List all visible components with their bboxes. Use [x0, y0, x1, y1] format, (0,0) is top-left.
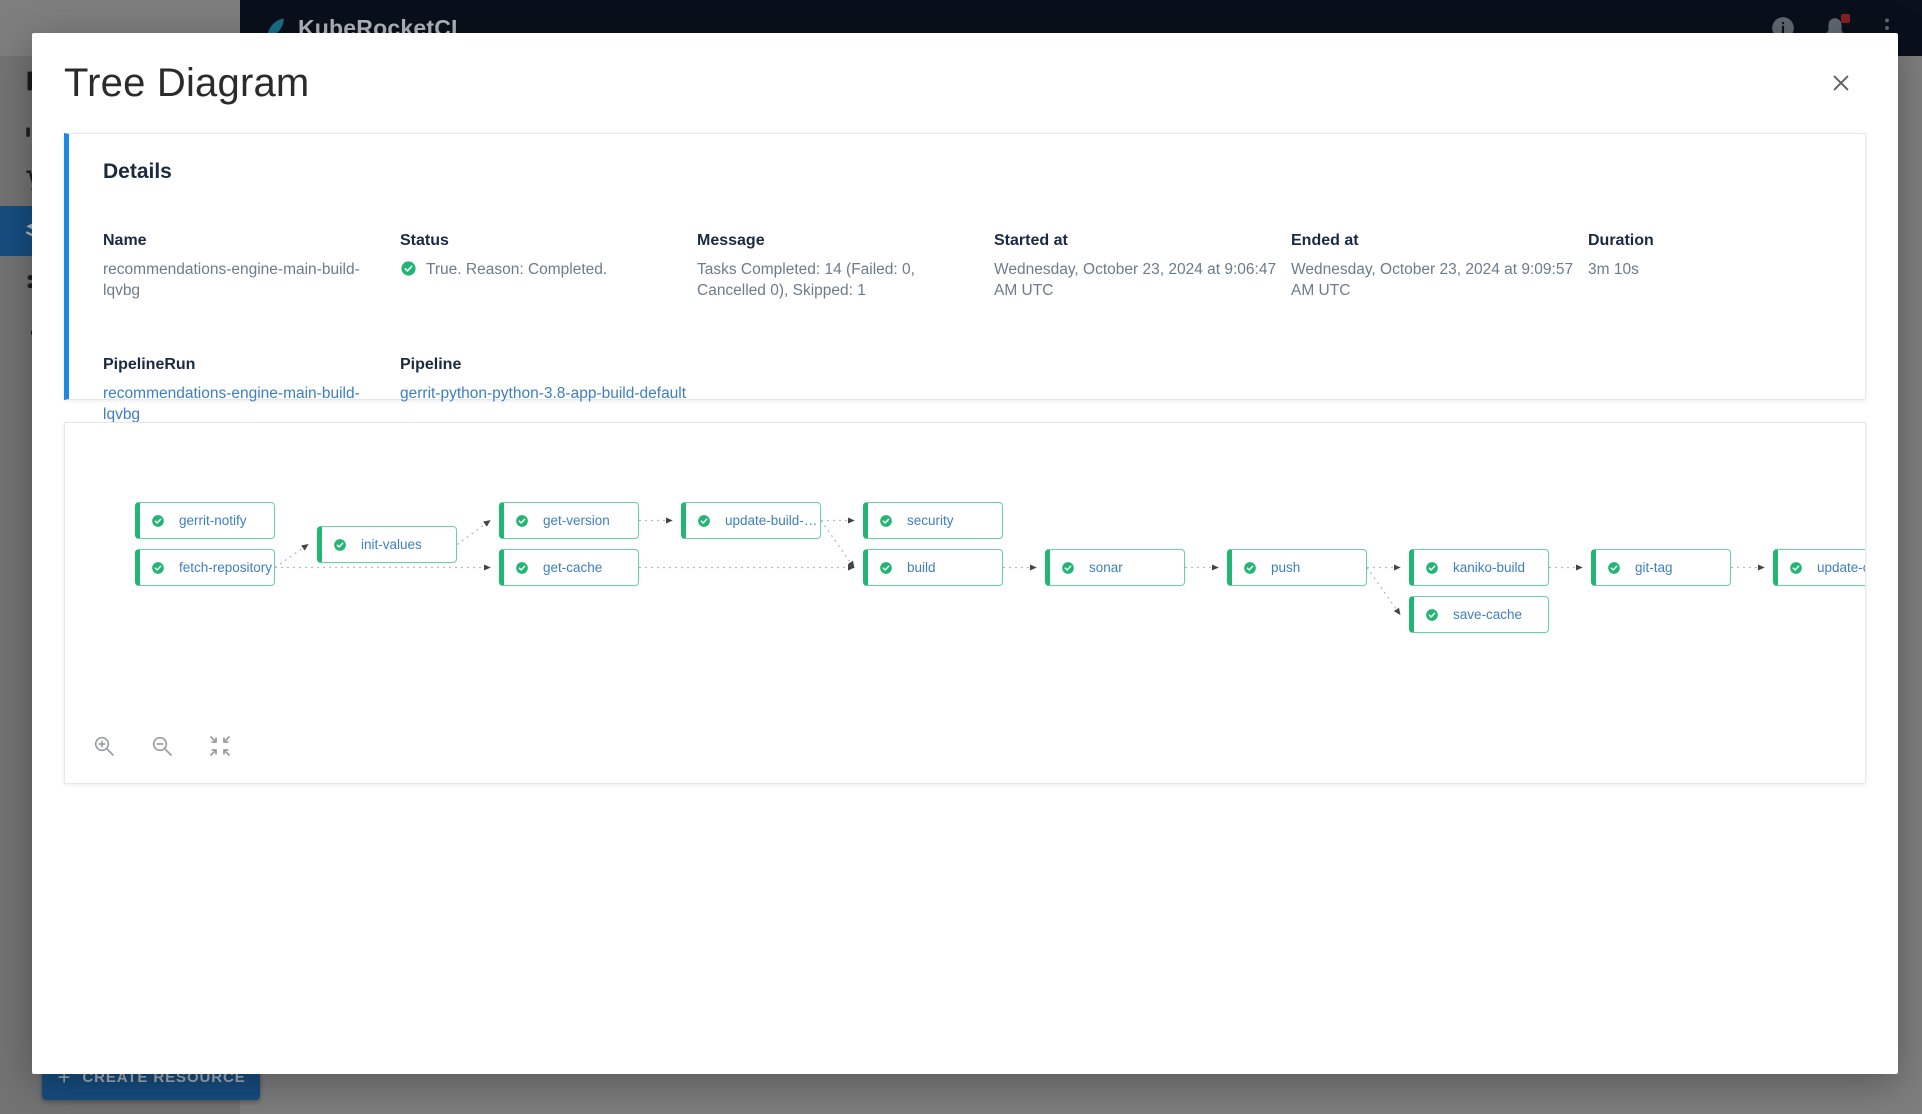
task-node-label: build [907, 560, 936, 575]
detail-field-duration: Duration 3m 10s [1588, 232, 1848, 302]
check-circle-icon [1426, 608, 1438, 621]
check-circle-icon [401, 261, 416, 276]
detail-field-name: Name recommendations-engine-main-build-l… [103, 232, 400, 302]
detail-value: Wednesday, October 23, 2024 at 9:06:47 A… [994, 261, 1277, 300]
detail-label: PipelineRun [103, 355, 196, 373]
task-node-label: save-cache [1453, 607, 1523, 622]
task-node-get-version[interactable]: get-version [499, 502, 639, 539]
check-circle-icon [152, 514, 164, 527]
task-node-gerrit-notify[interactable]: gerrit-notify [135, 502, 275, 539]
edge-init-values-to-get-version [456, 519, 491, 546]
task-node-label: kaniko-build [1453, 560, 1526, 575]
tree-diagram-card: gerrit-notify fetch-repository init-values… [64, 422, 1866, 784]
task-node-kaniko-build[interactable]: kaniko-build [1409, 549, 1549, 586]
task-node-security[interactable]: security [863, 502, 1003, 539]
check-circle-icon [1790, 561, 1802, 574]
check-circle-icon [1426, 561, 1438, 574]
detail-label: Duration [1588, 232, 1654, 249]
task-node-label: fetch-repository [179, 560, 273, 575]
tree-diagram-modal: Tree Diagram Details Name recommendation… [32, 33, 1898, 1074]
zoom-in-button[interactable] [89, 731, 119, 761]
detail-label: Ended at [1291, 232, 1359, 249]
fit-to-screen-icon [210, 736, 230, 756]
zoom-out-button[interactable] [147, 731, 177, 761]
task-node-label: gerrit-notify [179, 513, 247, 528]
close-icon [1833, 75, 1849, 91]
details-heading: Details [103, 160, 172, 183]
check-circle-icon [1062, 561, 1074, 574]
task-node-push[interactable]: push [1227, 549, 1367, 586]
edge-push-to-save-cache [1366, 567, 1401, 616]
task-node-label: update-cbis [1817, 560, 1865, 575]
modal-body: Details Name recommendations-engine-main… [32, 133, 1898, 784]
detail-label: Name [103, 232, 147, 249]
check-circle-icon [1244, 561, 1256, 574]
check-circle-icon [1608, 561, 1620, 574]
details-card: Details Name recommendations-engine-main… [64, 133, 1866, 423]
zoom-out-icon [152, 736, 172, 756]
diagram-canvas[interactable]: gerrit-notify fetch-repository init-values… [65, 423, 1865, 783]
detail-field-ended-at: Ended at Wednesday, October 23, 2024 at … [1291, 232, 1588, 302]
close-button[interactable] [1824, 66, 1858, 100]
task-node-update-cbis[interactable]: update-cbis [1773, 549, 1865, 586]
pipeline-link[interactable]: gerrit-python-python-3.8-app-build-defau… [400, 383, 800, 404]
detail-field-started-at: Started at Wednesday, October 23, 2024 a… [994, 232, 1291, 302]
task-node-git-tag[interactable]: git-tag [1591, 549, 1731, 586]
detail-label: Pipeline [400, 355, 462, 373]
edge-layer [274, 517, 1765, 616]
task-node-build[interactable]: build [863, 549, 1003, 586]
task-node-label: push [1271, 560, 1301, 575]
detail-label: Status [400, 232, 449, 249]
details-row-1: Name recommendations-engine-main-build-l… [103, 232, 1831, 302]
pipelinerun-link[interactable]: recommendations-engine-main-build-lqvbg [103, 383, 373, 426]
task-node-label: git-tag [1635, 560, 1673, 575]
modal-header: Tree Diagram [32, 33, 1898, 133]
task-node-sonar[interactable]: sonar [1045, 549, 1185, 586]
task-node-label: get-version [543, 513, 610, 528]
fit-to-screen-button[interactable] [205, 731, 235, 761]
check-circle-icon [516, 514, 528, 527]
edge-fetch-repository-to-init-values [274, 543, 309, 569]
check-circle-icon [880, 514, 892, 527]
task-node-update-build-num[interactable]: update-build-num… [681, 502, 821, 539]
details-row-2: PipelineRun recommendations-engine-main-… [103, 356, 1831, 426]
detail-field-status: Status True. Reason: Completed. [400, 232, 697, 302]
status-badge: True. Reason: Completed. [400, 259, 670, 280]
task-node-label: update-build-num… [725, 513, 820, 528]
detail-field-pipelinerun: PipelineRun recommendations-engine-main-… [103, 356, 400, 426]
zoom-controls [89, 731, 235, 761]
task-node-save-cache[interactable]: save-cache [1409, 596, 1549, 633]
task-node-init-values[interactable]: init-values [317, 526, 457, 563]
task-node-label: get-cache [543, 560, 603, 575]
task-node-fetch-repository[interactable]: fetch-repository [135, 549, 275, 586]
task-node-get-cache[interactable]: get-cache [499, 549, 639, 586]
detail-label: Started at [994, 232, 1068, 249]
check-circle-icon [152, 561, 164, 574]
check-circle-icon [880, 561, 892, 574]
check-circle-icon [334, 538, 346, 551]
task-node-label: sonar [1089, 560, 1123, 575]
detail-field-pipeline: Pipeline gerrit-python-python-3.8-app-bu… [400, 356, 800, 426]
detail-field-message: Message Tasks Completed: 14 (Failed: 0, … [697, 232, 994, 302]
detail-label: Message [697, 232, 765, 249]
detail-value: 3m 10s [1588, 261, 1639, 278]
check-circle-icon [516, 561, 528, 574]
check-circle-icon [698, 514, 710, 527]
detail-value: Tasks Completed: 14 (Failed: 0, Cancelle… [697, 261, 915, 300]
detail-value: recommendations-engine-main-build-lqvbg [103, 261, 360, 300]
edge-update-build-num-to-build [820, 520, 855, 569]
status-text: True. Reason: Completed. [426, 261, 608, 278]
zoom-in-icon [94, 736, 114, 756]
page-title: Tree Diagram [64, 60, 310, 105]
detail-value: Wednesday, October 23, 2024 at 9:09:57 A… [1291, 261, 1574, 300]
task-node-label: init-values [361, 537, 422, 552]
task-node-label: security [907, 513, 954, 528]
